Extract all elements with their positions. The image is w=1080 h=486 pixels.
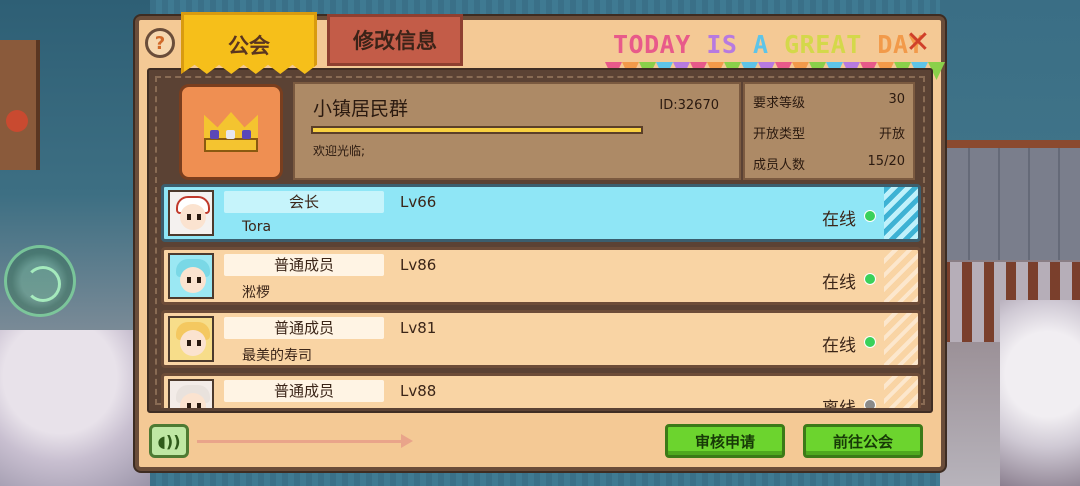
zigzag-decoration (884, 313, 918, 365)
banner-word: GREAT (784, 30, 878, 59)
member-status: 在线 (822, 273, 856, 293)
left-snow-area (0, 330, 150, 486)
stat-label: 开放类型 (753, 127, 806, 142)
zigzag-decoration (884, 376, 918, 408)
chat-arrow-decoration (197, 434, 413, 448)
guild-info-box: 小镇居民群 ID:32670 欢迎光临; (293, 82, 741, 180)
stat-label: 要求等级 (753, 96, 806, 111)
member-row[interactable]: 普通成员 Lv81 最美的寿司 在线 (161, 310, 921, 368)
status-dot-icon (864, 210, 876, 222)
member-status: 在线 (822, 336, 856, 356)
member-list[interactable]: 会长 Lv66 Tora 在线 普通成员 Lv86 淞椤 在线 普通成员 Lv8… (161, 184, 925, 408)
member-role: 普通成员 (224, 254, 384, 276)
help-icon[interactable]: ? (145, 28, 175, 58)
stat-value: 开放 (878, 127, 905, 142)
banner-text: TODAY IS A GREAT DAY (613, 30, 924, 59)
stat-value: 15/20 (867, 154, 905, 169)
avatar (168, 379, 214, 408)
banner-word: A (752, 30, 785, 59)
member-status: 离线 (822, 394, 856, 408)
member-row[interactable]: 普通成员 Lv86 淞椤 在线 (161, 247, 921, 305)
member-role: 普通成员 (224, 380, 384, 402)
left-house (0, 40, 40, 170)
guild-id: ID:32670 (659, 98, 719, 113)
stat-value: 30 (888, 92, 905, 107)
member-role: 会长 (224, 191, 384, 213)
stat-open-type: 开放类型 开放 (753, 123, 905, 143)
member-level: Lv86 (400, 256, 437, 274)
guild-name: 小镇居民群 (313, 98, 409, 120)
close-icon[interactable]: ✕ (903, 28, 933, 58)
go-to-guild-button[interactable]: 前往公会 (803, 424, 923, 458)
member-level: Lv88 (400, 382, 437, 400)
status-dot-icon (864, 399, 876, 408)
guild-welcome-message: 欢迎光临; (313, 144, 366, 158)
stat-required-level: 要求等级 30 (753, 92, 905, 112)
member-name: Tora (242, 219, 272, 235)
status-dot-icon (864, 273, 876, 285)
guild-emblem (179, 84, 283, 180)
banner-word: TODAY (613, 30, 691, 59)
tab-edit-info[interactable]: 修改信息 (327, 14, 463, 66)
guild-stats-box: 要求等级 30 开放类型 开放 成员人数 15/20 (743, 82, 915, 180)
member-row[interactable]: 会长 Lv66 Tora 在线 (161, 184, 921, 242)
member-status: 在线 (822, 210, 856, 230)
avatar (168, 253, 214, 299)
member-level: Lv81 (400, 319, 437, 337)
status-dot-icon (864, 336, 876, 348)
stat-member-count: 成员人数 15/20 (753, 154, 905, 174)
guild-panel: ? 修改信息 公会 TODAY IS A GREAT DAY ✕ 小镇居民群 I… (135, 12, 945, 471)
right-stone-wall (940, 140, 1080, 260)
zigzag-decoration (884, 250, 918, 302)
voice-chat-button[interactable]: ◖)) (149, 424, 189, 458)
right-snow-area (1000, 300, 1080, 486)
member-level: Lv66 (400, 193, 437, 211)
zigzag-decoration (884, 187, 918, 239)
banner-word: IS (690, 30, 753, 59)
member-name: 最美的寿司 (242, 348, 312, 364)
stat-label: 成员人数 (753, 158, 806, 173)
avatar (168, 316, 214, 362)
avatar (168, 190, 214, 236)
tab-guild[interactable]: 公会 (181, 12, 317, 74)
joystick[interactable] (4, 245, 76, 317)
review-applications-button[interactable]: 审核申请 (665, 424, 785, 458)
crown-icon (200, 112, 262, 152)
member-name: 淞椤 (242, 285, 270, 301)
guild-progress-bar (311, 126, 643, 134)
speaker-icon: ◖)) (157, 431, 181, 451)
member-role: 普通成员 (224, 317, 384, 339)
member-row[interactable]: 普通成员 Lv88 离线 (161, 373, 921, 408)
